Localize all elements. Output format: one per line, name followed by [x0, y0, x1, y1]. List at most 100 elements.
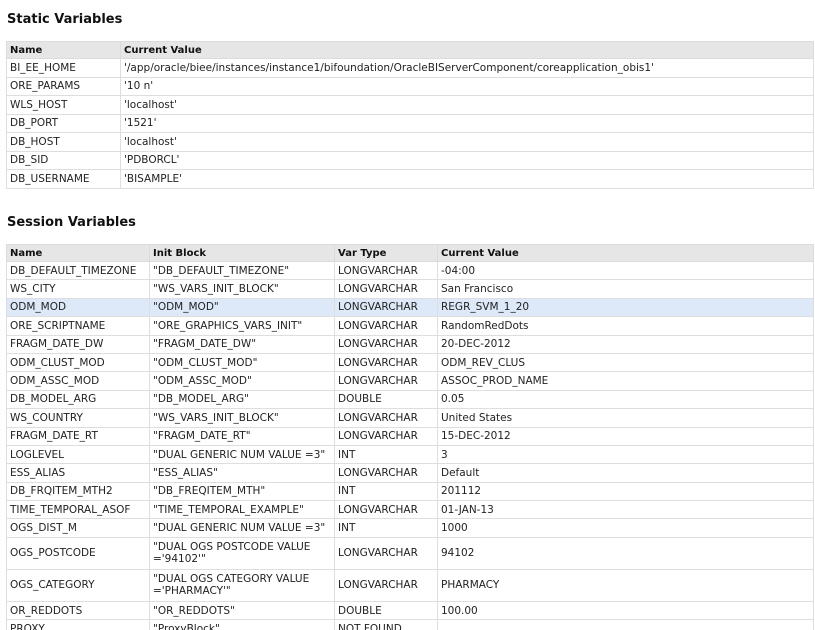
var-type: LONGVARCHAR: [334, 279, 438, 299]
variable-value: San Francisco: [437, 279, 814, 299]
init-block: "DB_DEFAULT_TIMEZONE": [149, 260, 335, 281]
init-block: "ORE_GRAPHICS_VARS_INIT": [149, 316, 335, 336]
column-header-current-value[interactable]: Current Value: [120, 41, 814, 59]
variable-value: '/app/oracle/biee/instances/instance1/bi…: [120, 58, 814, 78]
variable-value: 100.00: [437, 600, 814, 621]
table-row: FRAGM_DATE_DW "FRAGM_DATE_DW" LONGVARCHA…: [6, 334, 814, 354]
variable-name: WLS_HOST: [6, 95, 121, 115]
init-block: "OR_REDDOTS": [149, 600, 335, 621]
var-type: INT: [334, 518, 438, 538]
var-type: DOUBLE: [334, 389, 438, 410]
init-block: "DUAL GENERIC NUM VALUE =3": [149, 518, 335, 538]
variable-name: WS_CITY: [6, 279, 150, 299]
table-row: FRAGM_DATE_RT "FRAGM_DATE_RT" LONGVARCHA…: [6, 426, 814, 446]
table-row: DB_HOST 'localhost': [6, 132, 814, 152]
var-type: LONGVARCHAR: [334, 352, 438, 373]
variable-name: ODM_MOD: [6, 297, 150, 318]
variable-name: LOGLEVEL: [6, 444, 150, 465]
variable-value: -04:00: [437, 260, 814, 281]
init-block: "DB_FREQITEM_MTH": [149, 481, 335, 502]
variable-name: ORE_PARAMS: [6, 76, 121, 96]
variable-name: WS_COUNTRY: [6, 408, 150, 428]
variable-value: 0.05: [437, 389, 814, 410]
init-block: "FRAGM_DATE_RT": [149, 426, 335, 446]
variable-name: OGS_CATEGORY: [6, 568, 150, 602]
variable-value: PHARMACY: [437, 568, 814, 602]
table-row: DB_MODEL_ARG "DB_MODEL_ARG" DOUBLE 0.05: [6, 389, 814, 410]
variable-value: Default: [437, 463, 814, 483]
init-block: "FRAGM_DATE_DW": [149, 334, 335, 354]
init-block: "TIME_TEMPORAL_EXAMPLE": [149, 500, 335, 520]
variable-value: '10 n': [120, 76, 814, 96]
session-variables-title: Session Variables: [7, 215, 136, 230]
variable-value: United States: [437, 408, 814, 428]
var-type: LONGVARCHAR: [334, 316, 438, 336]
column-header-current-value[interactable]: Current Value: [437, 244, 814, 262]
var-type: INT: [334, 444, 438, 465]
table-row: OR_REDDOTS "OR_REDDOTS" DOUBLE 100.00: [6, 600, 814, 621]
variable-value: REGR_SVM_1_20: [437, 297, 814, 318]
var-type: LONGVARCHAR: [334, 463, 438, 483]
variable-name: OR_REDDOTS: [6, 600, 150, 621]
table-row: WLS_HOST 'localhost': [6, 95, 814, 115]
table-row: ODM_ASSC_MOD "ODM_ASSC_MOD" LONGVARCHAR …: [6, 371, 814, 391]
variable-value: 201112: [437, 481, 814, 502]
var-type: LONGVARCHAR: [334, 297, 438, 318]
init-block: "DUAL OGS POSTCODE VALUE ='94102'": [149, 536, 335, 570]
table-row: OGS_POSTCODE "DUAL OGS POSTCODE VALUE ='…: [6, 536, 814, 570]
variable-value: RandomRedDots: [437, 316, 814, 336]
var-type: LONGVARCHAR: [334, 371, 438, 391]
column-header-init-block[interactable]: Init Block: [149, 244, 335, 262]
table-row: WS_CITY "WS_VARS_INIT_BLOCK" LONGVARCHAR…: [6, 279, 814, 299]
variable-name: ESS_ALIAS: [6, 463, 150, 483]
variable-name: FRAGM_DATE_RT: [6, 426, 150, 446]
variable-value: 01-JAN-13: [437, 500, 814, 520]
table-row: OGS_CATEGORY "DUAL OGS CATEGORY VALUE ='…: [6, 568, 814, 602]
column-header-name[interactable]: Name: [6, 244, 150, 262]
init-block: "ESS_ALIAS": [149, 463, 335, 483]
var-type: INT: [334, 481, 438, 502]
table-row: WS_COUNTRY "WS_VARS_INIT_BLOCK" LONGVARC…: [6, 408, 814, 428]
static-header-row: Name Current Value: [6, 41, 814, 59]
session-header-row: Name Init Block Var Type Current Value: [6, 244, 814, 262]
table-row: DB_FRQITEM_MTH2 "DB_FREQITEM_MTH" INT 20…: [6, 481, 814, 502]
table-row: ESS_ALIAS "ESS_ALIAS" LONGVARCHAR Defaul…: [6, 463, 814, 483]
var-type: LONGVARCHAR: [334, 536, 438, 570]
variable-value: 20-DEC-2012: [437, 334, 814, 354]
variable-name: DB_USERNAME: [6, 169, 121, 189]
variable-name: DB_MODEL_ARG: [6, 389, 150, 410]
table-row: DB_SID 'PDBORCL': [6, 150, 814, 170]
variable-name: PROXY: [6, 619, 150, 630]
variable-name: DB_FRQITEM_MTH2: [6, 481, 150, 502]
page: Static Variables Name Current Value BI_E…: [0, 0, 815, 630]
variable-value: 'localhost': [120, 132, 814, 152]
variable-name: BI_EE_HOME: [6, 58, 121, 78]
variable-value: 'localhost': [120, 95, 814, 115]
variable-name: ORE_SCRIPTNAME: [6, 316, 150, 336]
init-block: "DUAL GENERIC NUM VALUE =3": [149, 444, 335, 465]
var-type: LONGVARCHAR: [334, 334, 438, 354]
table-row: DB_PORT '1521': [6, 113, 814, 133]
variable-value: 'PDBORCL': [120, 150, 814, 170]
var-type: DOUBLE: [334, 600, 438, 621]
variable-name: TIME_TEMPORAL_ASOF: [6, 500, 150, 520]
var-type: NOT FOUND: [334, 619, 438, 630]
init-block: "WS_VARS_INIT_BLOCK": [149, 279, 335, 299]
table-row: DB_DEFAULT_TIMEZONE "DB_DEFAULT_TIMEZONE…: [6, 260, 814, 281]
init-block: "DB_MODEL_ARG": [149, 389, 335, 410]
variable-value: 1000: [437, 518, 814, 538]
variable-value: ODM_REV_CLUS: [437, 352, 814, 373]
variable-name: ODM_CLUST_MOD: [6, 352, 150, 373]
init-block: "DUAL OGS CATEGORY VALUE ='PHARMACY'": [149, 568, 335, 602]
table-row: ORE_PARAMS '10 n': [6, 76, 814, 96]
column-header-var-type[interactable]: Var Type: [334, 244, 438, 262]
variable-name: FRAGM_DATE_DW: [6, 334, 150, 354]
variable-name: DB_PORT: [6, 113, 121, 133]
variable-name: ODM_ASSC_MOD: [6, 371, 150, 391]
table-row: ORE_SCRIPTNAME "ORE_GRAPHICS_VARS_INIT" …: [6, 316, 814, 336]
table-row: LOGLEVEL "DUAL GENERIC NUM VALUE =3" INT…: [6, 444, 814, 465]
table-row: TIME_TEMPORAL_ASOF "TIME_TEMPORAL_EXAMPL…: [6, 500, 814, 520]
variable-value: [437, 619, 814, 630]
variable-value: 94102: [437, 536, 814, 570]
column-header-name[interactable]: Name: [6, 41, 121, 59]
